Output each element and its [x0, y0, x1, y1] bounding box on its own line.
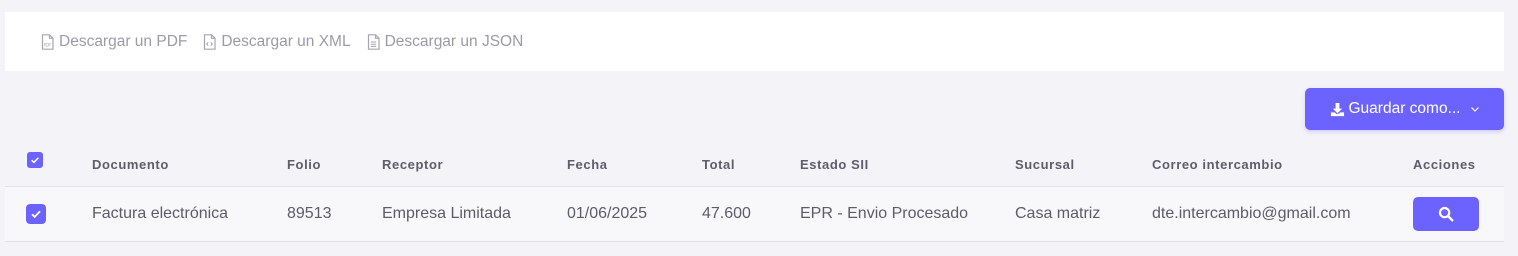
- search-icon: [1438, 206, 1454, 222]
- view-document-button[interactable]: [1413, 197, 1479, 231]
- header-total[interactable]: Total: [702, 157, 735, 172]
- row-checkbox[interactable]: [26, 204, 46, 224]
- header-acciones: Acciones: [1413, 157, 1476, 172]
- table-row[interactable]: Factura electrónica 89513 Empresa Limita…: [5, 187, 1504, 242]
- header-folio[interactable]: Folio: [287, 157, 321, 172]
- table-header: Documento Folio Receptor Fecha Total Est…: [5, 140, 1504, 187]
- download-icon: [1330, 102, 1345, 117]
- download-xml-link[interactable]: Descargar un XML: [203, 32, 351, 51]
- cell-estado: EPR - Envio Procesado: [800, 205, 969, 222]
- file-pdf-icon: PDF: [41, 33, 54, 50]
- check-icon: [31, 210, 41, 219]
- download-bar: PDF Descargar un PDF Descargar un XML De…: [5, 12, 1504, 71]
- save-as-button[interactable]: Guardar como...: [1305, 88, 1504, 130]
- download-pdf-link[interactable]: PDF Descargar un PDF: [41, 33, 187, 51]
- download-json-link[interactable]: Descargar un JSON: [367, 32, 524, 51]
- documents-table: Documento Folio Receptor Fecha Total Est…: [5, 140, 1504, 242]
- cell-total: 47.600: [702, 205, 751, 222]
- cell-correo: dte.intercambio@gmail.com: [1152, 205, 1351, 222]
- cell-folio: 89513: [287, 205, 332, 222]
- header-correo[interactable]: Correo intercambio: [1152, 157, 1283, 172]
- cell-documento: Factura electrónica: [92, 205, 229, 222]
- header-fecha[interactable]: Fecha: [567, 157, 608, 172]
- header-receptor[interactable]: Receptor: [382, 157, 443, 172]
- file-text-icon: [367, 33, 380, 50]
- chevron-down-icon: [1470, 104, 1480, 114]
- header-documento[interactable]: Documento: [92, 157, 169, 172]
- download-pdf-label: Descargar un PDF: [59, 32, 188, 50]
- cell-fecha: 01/06/2025: [567, 205, 648, 222]
- select-all-checkbox[interactable]: [27, 152, 43, 168]
- cell-sucursal: Casa matriz: [1015, 205, 1101, 222]
- save-as-label: Guardar como...: [1348, 100, 1461, 117]
- header-estado[interactable]: Estado SII: [800, 157, 869, 172]
- header-sucursal[interactable]: Sucursal: [1015, 157, 1075, 172]
- download-json-label: Descargar un JSON: [384, 32, 524, 50]
- file-code-icon: [203, 33, 216, 50]
- svg-text:PDF: PDF: [44, 42, 52, 47]
- check-icon: [31, 157, 39, 164]
- download-xml-label: Descargar un XML: [221, 32, 351, 50]
- cell-receptor: Empresa Limitada: [382, 205, 511, 222]
